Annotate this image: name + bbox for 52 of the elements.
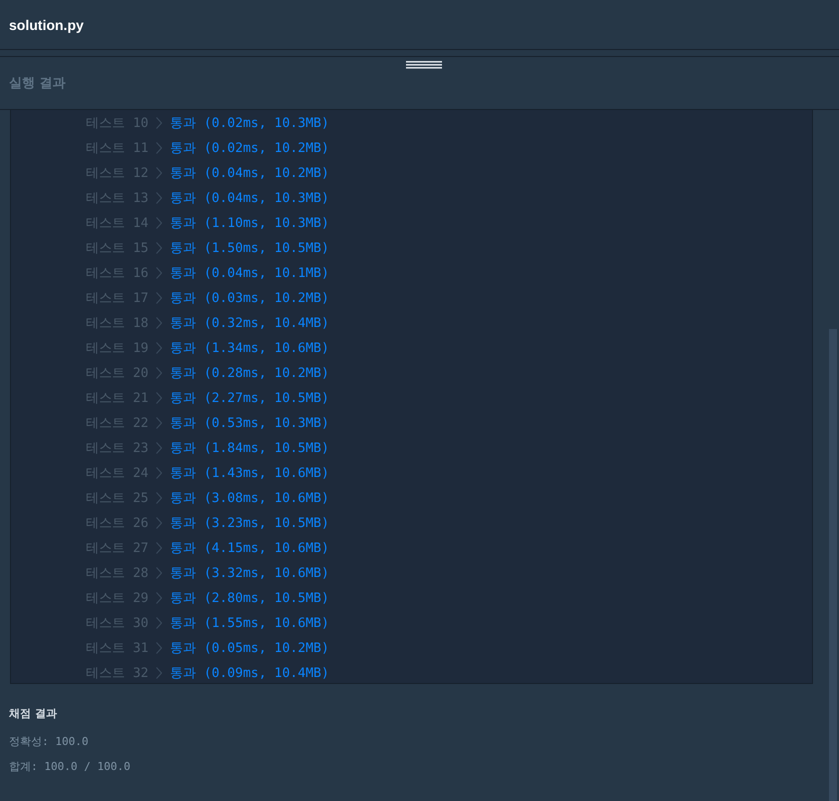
test-result: 통과 (1.10ms, 10.3MB) — [170, 214, 330, 232]
test-result: 통과 (1.84ms, 10.5MB) — [170, 440, 330, 456]
chevron-icon — [156, 442, 162, 454]
test-result: 통과 (0.03ms, 10.2MB) — [170, 290, 330, 306]
test-result: 통과 (0.02ms, 10.2MB) — [170, 140, 330, 156]
test-result: 통과 (0.04ms, 10.3MB) — [170, 190, 330, 206]
test-result: 통과 (3.32ms, 10.6MB) — [170, 564, 330, 582]
chevron-icon — [156, 342, 162, 354]
resize-handle-icon[interactable] — [406, 61, 442, 69]
chevron-icon — [156, 492, 162, 504]
chevron-icon — [156, 142, 162, 154]
test-result: 통과 (0.32ms, 10.4MB) — [170, 314, 330, 332]
chevron-icon — [156, 592, 162, 604]
test-result: 통과 (1.43ms, 10.6MB) — [170, 464, 330, 482]
chevron-icon — [156, 542, 162, 554]
chevron-icon — [156, 192, 162, 204]
total-score: 합계: 100.0 / 100.0 — [9, 759, 132, 774]
chevron-icon — [156, 392, 162, 404]
test-result: 통과 (3.08ms, 10.6MB) — [170, 490, 330, 506]
chevron-icon — [156, 216, 162, 228]
test-result: 통과 (3.23ms, 10.5MB) — [170, 514, 330, 532]
test-result: 통과 (0.04ms, 10.2MB) — [170, 164, 330, 182]
test-result: 통과 (0.09ms, 10.4MB) — [170, 664, 330, 682]
test-result: 통과 (0.28ms, 10.2MB) — [170, 364, 330, 382]
test-result: 통과 (1.34ms, 10.6MB) — [170, 340, 330, 356]
chevron-icon — [156, 616, 162, 628]
test-result: 통과 (0.04ms, 10.1MB) — [170, 264, 330, 282]
test-result: 통과 (0.05ms, 10.2MB) — [170, 640, 330, 656]
test-result: 통과 (1.50ms, 10.5MB) — [170, 240, 330, 256]
chevron-icon — [156, 166, 162, 178]
chevron-icon — [156, 566, 162, 578]
test-result: 통과 (4.15ms, 10.6MB) — [170, 540, 330, 556]
chevron-icon — [156, 416, 162, 428]
chevron-icon — [156, 666, 162, 678]
test-result: 통과 (2.27ms, 10.5MB) — [170, 390, 330, 406]
chevron-icon — [156, 516, 162, 528]
test-result: 통과 (2.80ms, 10.5MB) — [170, 590, 330, 606]
test-result: 통과 (0.02ms, 10.3MB) — [170, 114, 330, 132]
chevron-icon — [156, 466, 162, 478]
chevron-icon — [156, 242, 162, 254]
grading-title: 채점 결과 — [9, 706, 58, 721]
file-name: solution.py — [9, 16, 84, 32]
chevron-icon — [156, 642, 162, 654]
chevron-icon — [156, 316, 162, 328]
chevron-icon — [156, 292, 162, 304]
accuracy-score: 정확성: 100.0 — [9, 734, 90, 749]
chevron-icon — [156, 116, 162, 128]
test-result: 통과 (0.53ms, 10.3MB) — [170, 414, 330, 432]
chevron-icon — [156, 366, 162, 378]
test-result: 통과 (1.55ms, 10.6MB) — [170, 614, 330, 632]
panel-title: 실행 결과 — [9, 75, 66, 92]
chevron-icon — [156, 266, 162, 278]
